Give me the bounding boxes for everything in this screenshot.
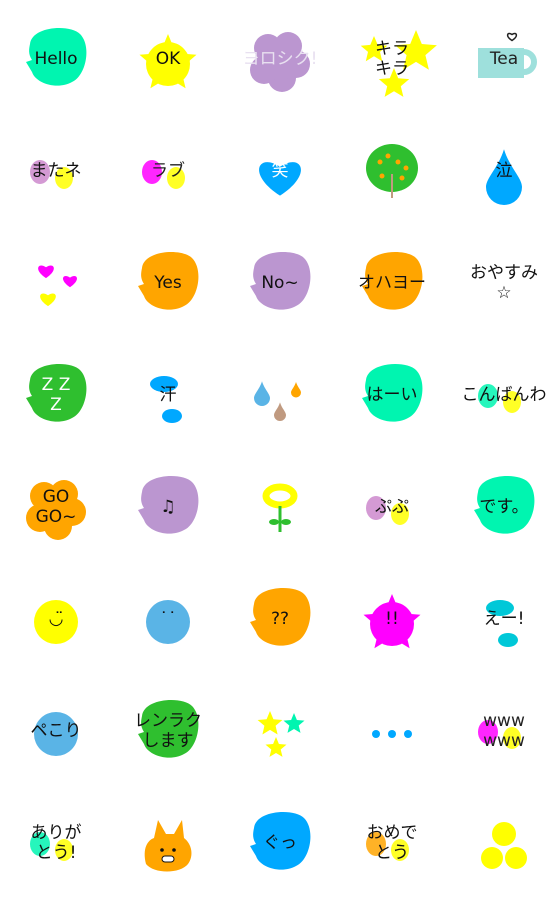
oyasumi-icon bbox=[448, 228, 560, 340]
sticker-ohayo[interactable]: オハヨー bbox=[336, 228, 448, 340]
www-icon bbox=[478, 720, 521, 749]
warai-icon bbox=[259, 162, 301, 196]
hello-icon bbox=[26, 28, 87, 86]
sticker-stars[interactable] bbox=[224, 676, 336, 788]
sticker-gogo[interactable]: GO GO~ bbox=[0, 452, 112, 564]
matane-icon bbox=[30, 160, 73, 189]
sticker-zzz[interactable]: Z Z Z bbox=[0, 340, 112, 452]
sticker-yoroshiku[interactable]: ヨロシク! bbox=[224, 4, 336, 116]
hearts-icon bbox=[38, 265, 77, 307]
sticker-pupu[interactable]: ぷぷ bbox=[336, 452, 448, 564]
tea-icon bbox=[478, 32, 537, 78]
ohayo-icon bbox=[362, 252, 423, 310]
sticker-tree[interactable] bbox=[336, 116, 448, 228]
sticker-tea[interactable]: Tea bbox=[448, 4, 560, 116]
dots-icon bbox=[372, 730, 412, 738]
ok-icon bbox=[139, 34, 197, 89]
kirakira-icon bbox=[360, 30, 437, 97]
sticker-desu[interactable]: です。 bbox=[448, 452, 560, 564]
sticker-naku[interactable]: 泣 bbox=[448, 116, 560, 228]
sticker-ee[interactable]: えー! bbox=[448, 564, 560, 676]
sticker-hearts[interactable] bbox=[0, 228, 112, 340]
omedetou-icon bbox=[366, 832, 409, 861]
sticker-omedetou[interactable]: おめで とう bbox=[336, 788, 448, 900]
arigatou-icon bbox=[30, 832, 73, 861]
haai-icon bbox=[362, 364, 423, 422]
sticker-www[interactable]: www www bbox=[448, 676, 560, 788]
stars-icon bbox=[257, 711, 305, 757]
naku-icon bbox=[486, 149, 522, 205]
cat-icon bbox=[144, 820, 192, 872]
yes-icon bbox=[138, 252, 199, 310]
smile-icon bbox=[34, 600, 78, 644]
flower-icon bbox=[262, 483, 298, 532]
konbanwa-icon bbox=[478, 384, 521, 413]
sticker-kirakira[interactable]: キラ キラ bbox=[336, 4, 448, 116]
sticker-face[interactable]: ˙˙ bbox=[112, 564, 224, 676]
sticker-question[interactable]: ?? bbox=[224, 564, 336, 676]
sticker-guu[interactable]: ぐっ bbox=[224, 788, 336, 900]
desu-icon bbox=[474, 476, 535, 534]
sticker-smile[interactable]: ◡̈ bbox=[0, 564, 112, 676]
sticker-music[interactable]: ♫ bbox=[112, 452, 224, 564]
sticker-ok[interactable]: OK bbox=[112, 4, 224, 116]
face-icon bbox=[146, 600, 190, 644]
question-icon bbox=[250, 588, 311, 646]
rabu-icon bbox=[142, 160, 185, 189]
exclaim-icon bbox=[363, 594, 421, 649]
sticker-ase[interactable]: 汗 bbox=[112, 340, 224, 452]
guu-icon bbox=[250, 812, 311, 870]
ase-icon bbox=[150, 376, 182, 423]
sticker-no[interactable]: No~ bbox=[224, 228, 336, 340]
sticker-haai[interactable]: はーい bbox=[336, 340, 448, 452]
smiles-icon bbox=[481, 822, 527, 869]
sticker-dots[interactable] bbox=[336, 676, 448, 788]
no-icon bbox=[250, 252, 311, 310]
gogo-icon bbox=[26, 480, 86, 540]
emoji-grid: Hello OK ヨロシク! キラ キラ Tea またネ ラブ笑泣 Yes No~ オハヨー おやす… bbox=[0, 0, 560, 900]
drops-icon bbox=[254, 381, 301, 421]
zzz-icon bbox=[26, 364, 87, 422]
sticker-pekori[interactable]: ペこり bbox=[0, 676, 112, 788]
sticker-hello[interactable]: Hello bbox=[0, 4, 112, 116]
sticker-smiles[interactable] bbox=[448, 788, 560, 900]
renraku-icon bbox=[138, 700, 199, 758]
sticker-exclaim[interactable]: !! bbox=[336, 564, 448, 676]
sticker-konbanwa[interactable]: こんばんわ bbox=[448, 340, 560, 452]
sticker-matane[interactable]: またネ bbox=[0, 116, 112, 228]
sticker-yes[interactable]: Yes bbox=[112, 228, 224, 340]
sticker-flower[interactable] bbox=[224, 452, 336, 564]
sticker-drops[interactable] bbox=[224, 340, 336, 452]
pupu-icon bbox=[366, 496, 409, 525]
tree-icon bbox=[366, 144, 418, 198]
sticker-cat[interactable] bbox=[112, 788, 224, 900]
sticker-warai[interactable]: 笑 bbox=[224, 116, 336, 228]
ee-icon bbox=[486, 600, 518, 647]
sticker-renraku[interactable]: レンラク します bbox=[112, 676, 224, 788]
sticker-oyasumi[interactable]: おやすみ ☆ bbox=[448, 228, 560, 340]
music-icon bbox=[138, 476, 199, 534]
sticker-arigatou[interactable]: ありが とう! bbox=[0, 788, 112, 900]
yoroshiku-icon bbox=[250, 32, 310, 92]
sticker-rabu[interactable]: ラブ bbox=[112, 116, 224, 228]
pekori-icon bbox=[34, 712, 78, 756]
